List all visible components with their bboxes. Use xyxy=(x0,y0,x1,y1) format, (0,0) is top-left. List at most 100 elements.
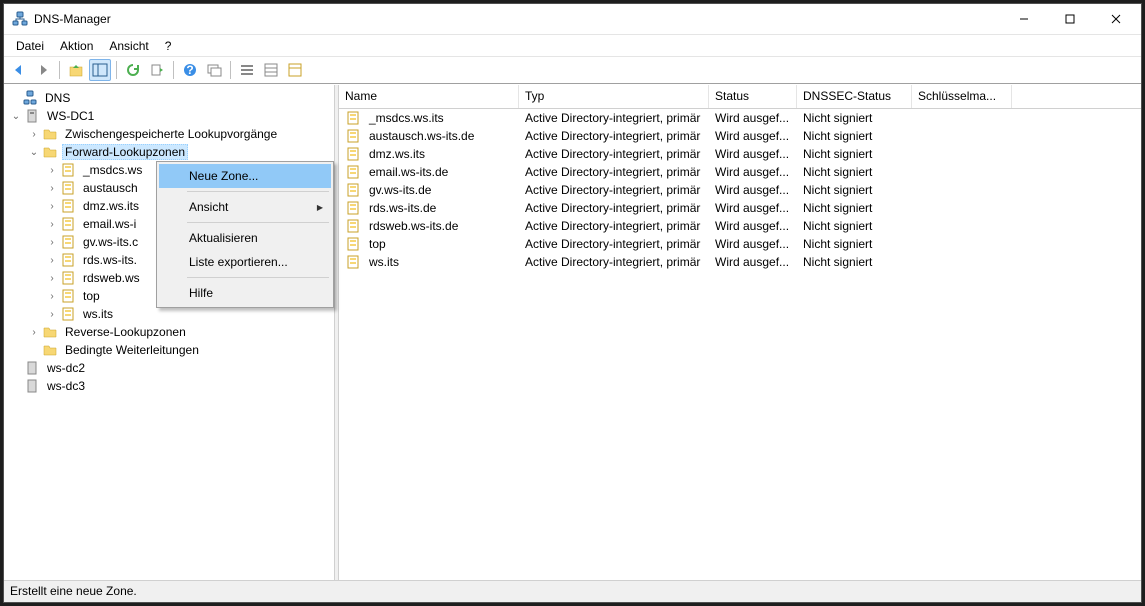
tree-root-dns[interactable]: DNS xyxy=(6,89,332,107)
twisty-right-icon[interactable]: › xyxy=(44,288,60,304)
tree-label[interactable]: dmz.ws.its xyxy=(80,198,142,214)
list-row[interactable]: austausch.ws-its.deActive Directory-inte… xyxy=(339,127,1141,145)
twisty-icon[interactable] xyxy=(8,360,24,376)
twisty-icon[interactable] xyxy=(26,342,42,358)
twisty-down-icon[interactable]: ⌄ xyxy=(8,108,24,124)
list-row[interactable]: gv.ws-its.deActive Directory-integriert,… xyxy=(339,181,1141,199)
tree-label[interactable]: WS-DC1 xyxy=(44,108,97,124)
server-icon xyxy=(24,360,40,376)
show-hide-tree-button[interactable] xyxy=(89,59,111,81)
cell-typ: Active Directory-integriert, primär xyxy=(519,128,709,144)
twisty-right-icon[interactable]: › xyxy=(26,126,42,142)
tree-reverse-zones[interactable]: › Reverse-Lookupzonen xyxy=(6,323,332,341)
twisty-right-icon[interactable]: › xyxy=(44,270,60,286)
zone-icon xyxy=(345,236,361,252)
toolbar-sep xyxy=(173,61,174,79)
twisty-icon[interactable] xyxy=(8,378,24,394)
filter-button[interactable] xyxy=(284,59,306,81)
tree-pane[interactable]: DNS ⌄ WS-DC1 › Zwischengespeicherte Look… xyxy=(4,85,334,580)
tree-forward-zones[interactable]: ⌄ Forward-Lookupzonen xyxy=(6,143,332,161)
twisty-right-icon[interactable]: › xyxy=(26,324,42,340)
back-button[interactable] xyxy=(8,59,30,81)
close-button[interactable] xyxy=(1093,4,1139,34)
forward-button[interactable] xyxy=(32,59,54,81)
context-menu-item[interactable]: Ansicht xyxy=(159,195,331,219)
context-menu-item[interactable]: Neue Zone... xyxy=(159,164,331,188)
tree-server-2[interactable]: ws-dc2 xyxy=(6,359,332,377)
help-button[interactable]: ? xyxy=(179,59,201,81)
menu-datei[interactable]: Datei xyxy=(8,37,52,55)
col-dnssec[interactable]: DNSSEC-Status xyxy=(797,85,912,108)
tree-label[interactable]: austausch xyxy=(80,180,141,196)
tree-label[interactable]: top xyxy=(80,288,103,304)
cell-dnssec: Nicht signiert xyxy=(797,254,912,270)
tree-label[interactable]: rds.ws-its. xyxy=(80,252,140,268)
up-button[interactable] xyxy=(65,59,87,81)
col-key[interactable]: Schlüsselma... xyxy=(912,85,1012,108)
tree-label[interactable]: DNS xyxy=(42,90,73,106)
tree-label-selected[interactable]: Forward-Lookupzonen xyxy=(62,144,188,160)
tree-label[interactable]: gv.ws-its.c xyxy=(80,234,141,250)
twisty-right-icon[interactable]: › xyxy=(44,234,60,250)
tree-label[interactable]: _msdcs.ws xyxy=(80,162,145,178)
zone-icon xyxy=(60,162,76,178)
menu-ansicht[interactable]: Ansicht xyxy=(101,37,156,55)
context-menu-item[interactable]: Liste exportieren... xyxy=(159,250,331,274)
tree-cached-lookups[interactable]: › Zwischengespeicherte Lookupvorgänge xyxy=(6,125,332,143)
refresh-button[interactable] xyxy=(122,59,144,81)
twisty-icon[interactable] xyxy=(6,90,22,106)
zone-icon xyxy=(60,216,76,232)
twisty-right-icon[interactable]: › xyxy=(44,162,60,178)
server-icon xyxy=(24,378,40,394)
new-window-button[interactable] xyxy=(203,59,225,81)
cell-dnssec: Nicht signiert xyxy=(797,128,912,144)
list-row[interactable]: _msdcs.ws.itsActive Directory-integriert… xyxy=(339,109,1141,127)
col-name[interactable]: Name xyxy=(339,85,519,108)
twisty-right-icon[interactable]: › xyxy=(44,216,60,232)
menu-help[interactable]: ? xyxy=(157,37,180,55)
twisty-right-icon[interactable]: › xyxy=(44,180,60,196)
tree-label[interactable]: Zwischengespeicherte Lookupvorgänge xyxy=(62,126,280,142)
tree-server-3[interactable]: ws-dc3 xyxy=(6,377,332,395)
zone-icon xyxy=(345,218,361,234)
tree-label[interactable]: ws-dc3 xyxy=(44,378,88,394)
maximize-button[interactable] xyxy=(1047,4,1093,34)
cell-typ: Active Directory-integriert, primär xyxy=(519,200,709,216)
list-row[interactable]: rds.ws-its.deActive Directory-integriert… xyxy=(339,199,1141,217)
tree-label[interactable]: ws-dc2 xyxy=(44,360,88,376)
twisty-right-icon[interactable]: › xyxy=(44,198,60,214)
col-typ[interactable]: Typ xyxy=(519,85,709,108)
menu-aktion[interactable]: Aktion xyxy=(52,37,101,55)
cell-key xyxy=(912,261,1012,263)
export-button[interactable] xyxy=(146,59,168,81)
cell-name: email.ws-its.de xyxy=(339,163,519,181)
list-row[interactable]: ws.itsActive Directory-integriert, primä… xyxy=(339,253,1141,271)
list-row[interactable]: rdsweb.ws-its.deActive Directory-integri… xyxy=(339,217,1141,235)
tree-label[interactable]: Reverse-Lookupzonen xyxy=(62,324,189,340)
minimize-button[interactable] xyxy=(1001,4,1047,34)
tree-label[interactable]: ws.its xyxy=(80,306,116,322)
context-menu-item[interactable]: Hilfe xyxy=(159,281,331,305)
cell-status: Wird ausgef... xyxy=(709,236,797,252)
col-status[interactable]: Status xyxy=(709,85,797,108)
status-text: Erstellt eine neue Zone. xyxy=(10,584,137,598)
twisty-right-icon[interactable]: › xyxy=(44,252,60,268)
folder-icon xyxy=(42,126,58,142)
svg-text:?: ? xyxy=(186,63,193,77)
tree-server[interactable]: ⌄ WS-DC1 xyxy=(6,107,332,125)
twisty-down-icon[interactable]: ⌄ xyxy=(26,144,42,160)
twisty-right-icon[interactable]: › xyxy=(44,306,60,322)
cell-status: Wird ausgef... xyxy=(709,182,797,198)
tree-conditional-forwarders[interactable]: Bedingte Weiterleitungen xyxy=(6,341,332,359)
list-view-button[interactable] xyxy=(236,59,258,81)
tree-label[interactable]: rdsweb.ws xyxy=(80,270,143,286)
list-row[interactable]: topActive Directory-integriert, primärWi… xyxy=(339,235,1141,253)
list-row[interactable]: dmz.ws.itsActive Directory-integriert, p… xyxy=(339,145,1141,163)
list-row[interactable]: email.ws-its.deActive Directory-integrie… xyxy=(339,163,1141,181)
cell-dnssec: Nicht signiert xyxy=(797,164,912,180)
detail-view-button[interactable] xyxy=(260,59,282,81)
tree-label[interactable]: Bedingte Weiterleitungen xyxy=(62,342,202,358)
list-pane[interactable]: Name Typ Status DNSSEC-Status Schlüsselm… xyxy=(339,85,1141,580)
tree-label[interactable]: email.ws-i xyxy=(80,216,139,232)
context-menu-item[interactable]: Aktualisieren xyxy=(159,226,331,250)
